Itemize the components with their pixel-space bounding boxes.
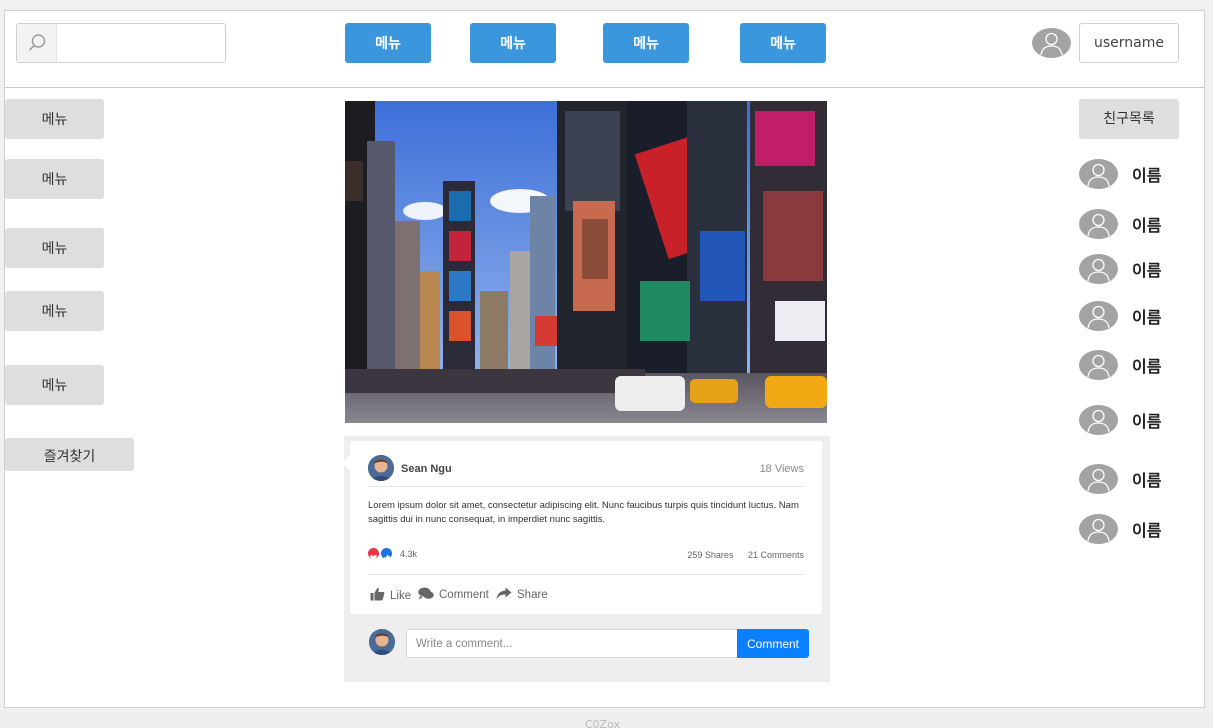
user-avatar-icon [1079, 405, 1118, 435]
top-bar: 메뉴 메뉴 메뉴 메뉴 username [5, 11, 1204, 88]
divider [368, 574, 804, 575]
sidebar-favorites[interactable]: 즐겨찾기 [5, 438, 134, 471]
nav-menu-button-1[interactable]: 메뉴 [345, 23, 431, 63]
user-avatar-icon [1079, 514, 1118, 544]
friend-name: 이름 [1132, 357, 1162, 376]
friend-name: 이름 [1132, 261, 1162, 280]
post-stats: 259 Shares 21 Comments [675, 550, 804, 560]
friend-name: 이름 [1132, 471, 1162, 490]
user-avatar-icon [1079, 350, 1118, 380]
comment-label: Comment [439, 589, 489, 601]
post-card: Sean Ngu 18 Views Lorem ipsum dolor sit … [342, 441, 822, 614]
city-photo [345, 101, 827, 423]
share-label: Share [517, 589, 548, 601]
friend-name: 이름 [1132, 308, 1162, 327]
comment-button[interactable]: Comment [418, 587, 489, 601]
friends-list-button[interactable]: 친구목록 [1079, 99, 1179, 139]
nav-menu-button-4[interactable]: 메뉴 [740, 23, 826, 63]
friend-name: 이름 [1132, 412, 1162, 431]
sidebar-menu-4[interactable]: 메뉴 [5, 291, 104, 331]
user-avatar-icon[interactable] [1032, 28, 1071, 58]
nav-menu-button-3[interactable]: 메뉴 [603, 23, 689, 63]
like-button[interactable]: Like [370, 587, 411, 602]
heart-reaction-icon [368, 548, 379, 561]
user-avatar-icon [1079, 209, 1118, 239]
author-avatar[interactable] [368, 455, 394, 481]
like-reaction-icon [381, 548, 392, 561]
shares-count[interactable]: 259 Shares [687, 550, 733, 560]
commenter-avatar [369, 629, 395, 655]
footer-text: C0Zox [585, 718, 621, 728]
submit-comment-button[interactable]: Comment [737, 629, 809, 658]
friend-name: 이름 [1132, 521, 1162, 540]
share-arrow-icon [496, 587, 512, 600]
user-avatar-icon [1079, 159, 1118, 189]
post-body-text: Lorem ipsum dolor sit amet, consectetur … [368, 500, 799, 525]
username-field[interactable]: username [1079, 23, 1179, 63]
post-author-name[interactable]: Sean Ngu [401, 463, 452, 475]
divider [368, 486, 804, 487]
friend-name: 이름 [1132, 166, 1162, 185]
friend-name: 이름 [1132, 216, 1162, 235]
like-label: Like [390, 590, 412, 602]
sidebar-menu-2[interactable]: 메뉴 [5, 159, 104, 199]
comment-input[interactable] [406, 629, 738, 658]
search-icon[interactable] [17, 24, 57, 62]
user-avatar-icon [1079, 464, 1118, 494]
post-widget: Sean Ngu 18 Views Lorem ipsum dolor sit … [342, 436, 830, 682]
share-button[interactable]: Share [496, 587, 548, 601]
reaction-count: 4.3k [400, 549, 418, 559]
search-box[interactable] [16, 23, 226, 63]
thumbs-up-icon [370, 587, 385, 601]
comments-count[interactable]: 21 Comments [748, 550, 804, 560]
post-views: 18 Views [759, 463, 804, 475]
sidebar-menu-1[interactable]: 메뉴 [5, 99, 104, 139]
user-avatar-icon [1079, 254, 1118, 284]
nav-menu-button-2[interactable]: 메뉴 [470, 23, 556, 63]
sidebar-menu-3[interactable]: 메뉴 [5, 228, 104, 268]
sidebar-menu-5[interactable]: 메뉴 [5, 365, 104, 405]
search-input[interactable] [59, 26, 219, 60]
comment-bubble-icon [418, 587, 434, 600]
page-frame: 메뉴 메뉴 메뉴 메뉴 username 메뉴 메뉴 메뉴 메뉴 메뉴 즐겨찾기 [4, 10, 1205, 708]
user-avatar-icon [1079, 301, 1118, 331]
